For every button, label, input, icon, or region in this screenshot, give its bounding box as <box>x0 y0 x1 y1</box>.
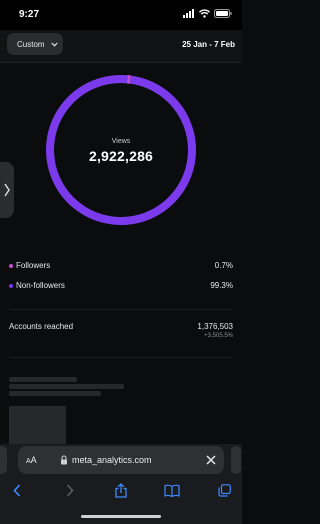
side-panel-handle[interactable] <box>0 162 14 218</box>
non-followers-dot <box>9 284 13 288</box>
accounts-reached-label: Accounts reached <box>9 322 74 331</box>
legend-percent: 0.7% <box>214 261 233 270</box>
back-icon <box>13 483 21 497</box>
date-range-text: 25 Jan - 7 Feb <box>182 40 235 49</box>
status-bar: 9:27 <box>0 0 242 30</box>
next-tab-peek[interactable] <box>231 446 241 474</box>
skeleton-line <box>9 377 77 382</box>
forward-icon <box>66 483 74 497</box>
accounts-reached-value: 1,376,503 <box>197 322 233 331</box>
legend-percent: 99.3% <box>210 281 233 290</box>
close-icon[interactable] <box>206 455 216 465</box>
chevron-down-icon <box>50 42 58 47</box>
signal-icon <box>183 9 194 18</box>
filter-bar: Custom 25 Jan - 7 Feb <box>0 30 242 63</box>
status-time: 9:27 <box>19 9 40 20</box>
skeleton-line <box>9 391 101 396</box>
tabs-icon <box>217 483 231 497</box>
views-value: 2,922,286 <box>88 148 154 164</box>
bookmarks-icon <box>164 484 180 497</box>
views-label: Views <box>111 138 131 145</box>
followers-dot <box>9 264 13 268</box>
forward-button[interactable] <box>60 482 80 498</box>
tabs-button[interactable] <box>214 482 234 498</box>
legend-label: Followers <box>16 261 51 270</box>
previous-tab-peek[interactable] <box>0 446 7 474</box>
divider <box>9 309 233 310</box>
legend-label: Non-followers <box>16 281 65 290</box>
aa-large: A <box>30 455 37 465</box>
legend-row-non-followers: Non-followers 99.3% <box>9 280 233 294</box>
skeleton-thumbnail <box>9 406 66 446</box>
status-icons <box>183 9 232 18</box>
reader-aa-button[interactable]: AA <box>26 455 37 465</box>
date-range-dropdown-label: Custom <box>17 39 45 49</box>
wifi-icon <box>199 9 210 18</box>
accounts-reached-delta: +3,505.5% <box>204 333 233 339</box>
bookmarks-button[interactable] <box>162 482 182 498</box>
lock-icon <box>61 455 67 465</box>
address-bar[interactable]: AA meta_analytics.com <box>18 446 224 474</box>
date-range-dropdown[interactable]: Custom <box>7 33 63 55</box>
skeleton-line <box>9 384 124 389</box>
share-button[interactable] <box>111 482 131 498</box>
legend-row-followers: Followers 0.7% <box>9 260 233 274</box>
back-button[interactable] <box>7 482 27 498</box>
share-icon <box>115 482 127 498</box>
chevron-right-icon <box>4 183 10 197</box>
url-text: meta_analytics.com <box>72 455 152 465</box>
battery-icon <box>214 9 232 18</box>
home-indicator <box>81 515 161 518</box>
divider <box>9 357 233 358</box>
